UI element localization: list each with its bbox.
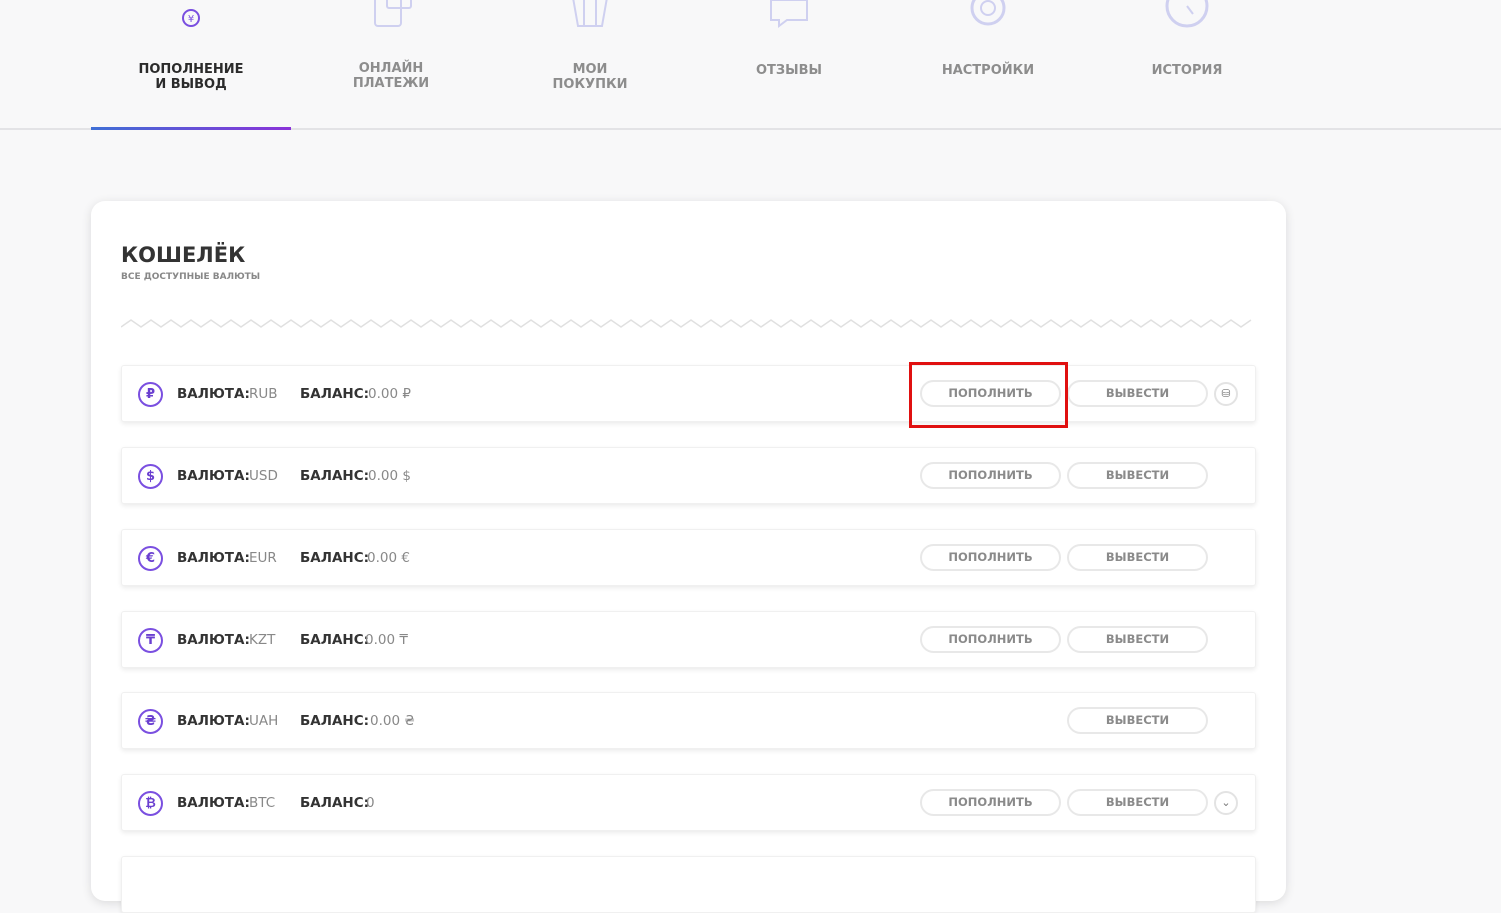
tab-history[interactable]: ИСТОРИЯ xyxy=(1087,0,1287,128)
currency-row: $ ВАЛЮТА: USD БАЛАНС: 0.00 $ ПОПОЛНИТЬ ВЫВ… xyxy=(121,447,1256,504)
currency-label: ВАЛЮТА: xyxy=(177,795,250,811)
withdraw-button[interactable]: ВЫВЕСТИ xyxy=(1067,462,1208,489)
deposit-button[interactable]: ПОПОЛНИТЬ xyxy=(920,462,1061,489)
balance-value: 0.00 ₴ xyxy=(370,713,415,729)
chevron-down-icon[interactable]: ⌄ xyxy=(1214,791,1238,815)
currency-icon: € xyxy=(138,546,163,571)
currency-icon: $ xyxy=(138,464,163,489)
zigzag-divider xyxy=(121,319,1252,328)
coins-stack-icon[interactable]: ⛁ xyxy=(1214,382,1238,406)
tab-settings[interactable]: НАСТРОЙКИ xyxy=(888,0,1088,128)
balance-value: 0.00 ₸ xyxy=(365,632,408,648)
tab-my-purchases[interactable]: МОИ ПОКУПКИ xyxy=(490,0,690,128)
gear-icon xyxy=(970,0,1006,26)
balance-label: БАЛАНС: xyxy=(300,795,370,811)
withdraw-button[interactable]: ВЫВЕСТИ xyxy=(1067,544,1208,571)
page-title: КОШЕЛЁК xyxy=(121,243,246,267)
tab-label: ПОКУПКИ xyxy=(552,77,628,92)
tab-label: ПЛАТЕЖИ xyxy=(352,76,430,91)
currency-label: ВАЛЮТА: xyxy=(177,468,250,484)
tab-label: ИСТОРИЯ xyxy=(1151,63,1223,78)
currency-code: USD xyxy=(249,468,278,484)
balance-value: 0.00 ₽ xyxy=(368,386,411,402)
balance-value: 0 xyxy=(366,795,375,811)
balance-value: 0.00 $ xyxy=(368,468,411,484)
tab-label: НАСТРОЙКИ xyxy=(941,63,1035,78)
currency-label: ВАЛЮТА: xyxy=(177,386,250,402)
svg-text:¥: ¥ xyxy=(188,14,194,25)
withdraw-button[interactable]: ВЫВЕСТИ xyxy=(1067,789,1208,816)
tab-deposit-withdraw[interactable]: ¥ ПОПОЛНЕНИЕ И ВЫВОД xyxy=(91,0,291,130)
currency-row: ₽ ВАЛЮТА: RUB БАЛАНС: 0.00 ₽ ПОПОЛНИТЬ ВЫВ… xyxy=(121,365,1256,422)
currency-label: ВАЛЮТА: xyxy=(177,713,250,729)
balance-label: БАЛАНС: xyxy=(300,386,370,402)
tab-label: ОНЛАЙН xyxy=(358,61,424,76)
balance-value: 0.00 € xyxy=(367,550,410,566)
tab-label: И ВЫВОД xyxy=(155,77,227,92)
withdraw-button[interactable]: ВЫВЕСТИ xyxy=(1067,626,1208,653)
deposit-button[interactable]: ПОПОЛНИТЬ xyxy=(920,789,1061,816)
currency-code: BTC xyxy=(249,795,276,811)
currency-row: ₿ ВАЛЮТА: BTC БАЛАНС: 0 ПОПОЛНИТЬ ВЫВЕСТИ ⌄ xyxy=(121,774,1256,831)
tab-online-payments[interactable]: ОНЛАЙН ПЛАТЕЖИ xyxy=(291,0,491,128)
balance-label: БАЛАНС: xyxy=(300,550,370,566)
currency-row: € ВАЛЮТА: EUR БАЛАНС: 0.00 € ПОПОЛНИТЬ ВЫВ… xyxy=(121,529,1256,586)
currency-code: RUB xyxy=(249,386,278,402)
currency-code: UAH xyxy=(249,713,279,729)
withdraw-button[interactable]: ВЫВЕСТИ xyxy=(1067,380,1208,407)
balance-label: БАЛАНС: xyxy=(300,713,370,729)
tab-reviews[interactable]: ОТЗЫВЫ xyxy=(689,0,889,128)
currency-row xyxy=(121,856,1256,913)
deposit-button[interactable]: ПОПОЛНИТЬ xyxy=(920,544,1061,571)
tab-label: МОИ xyxy=(572,62,608,77)
tab-label: ПОПОЛНЕНИЕ xyxy=(138,62,244,77)
currency-code: EUR xyxy=(249,550,277,566)
highlight-box xyxy=(909,362,1068,428)
currency-icon: ₽ xyxy=(138,382,163,407)
currency-icon: ₸ xyxy=(138,628,163,653)
top-nav: ¥ ПОПОЛНЕНИЕ И ВЫВОД ОНЛАЙН ПЛАТЕЖИ МОИ ПОК… xyxy=(0,0,1501,130)
wallet-card: КОШЕЛЁК ВСЕ ДОСТУПНЫЕ ВАЛЮТЫ ₽ ВАЛЮТА: R… xyxy=(91,201,1286,913)
currency-row: ₴ ВАЛЮТА: UAH БАЛАНС: 0.00 ₴ ВЫВЕСТИ xyxy=(121,692,1256,749)
basket-icon xyxy=(572,0,608,27)
tab-label: ОТЗЫВЫ xyxy=(755,63,822,78)
currency-icon: ₴ xyxy=(138,709,163,734)
chat-icon xyxy=(770,0,808,28)
balance-label: БАЛАНС: xyxy=(300,632,370,648)
withdraw-button[interactable]: ВЫВЕСТИ xyxy=(1067,707,1208,734)
currency-label: ВАЛЮТА: xyxy=(177,632,250,648)
balance-label: БАЛАНС: xyxy=(300,468,370,484)
cards-icon xyxy=(374,0,412,27)
currency-icon: ₿ xyxy=(138,791,163,816)
deposit-button[interactable]: ПОПОЛНИТЬ xyxy=(920,626,1061,653)
coins-icon: ¥ xyxy=(182,9,200,27)
currency-label: ВАЛЮТА: xyxy=(177,550,250,566)
page-subtitle: ВСЕ ДОСТУПНЫЕ ВАЛЮТЫ xyxy=(121,272,261,282)
clock-icon xyxy=(1165,0,1209,28)
currency-row: ₸ ВАЛЮТА: KZT БАЛАНС: 0.00 ₸ ПОПОЛНИТЬ ВЫВ… xyxy=(121,611,1256,668)
currency-code: KZT xyxy=(249,632,276,648)
